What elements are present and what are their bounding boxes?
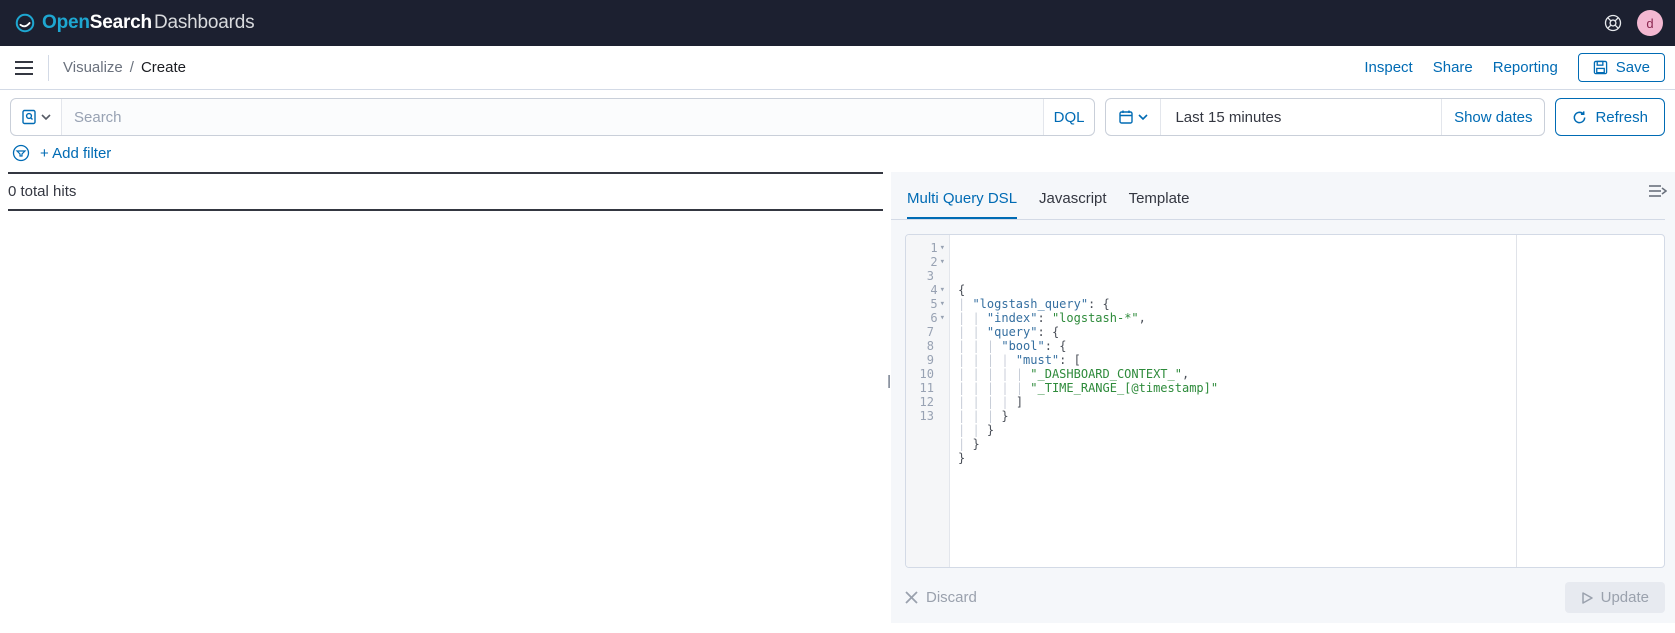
editor-action-bar: Discard Update [891,568,1675,623]
code-editor[interactable]: 1▾2▾34▾5▾6▾78910111213 {| "logstash_quer… [905,234,1665,568]
page-header: Visualize / Create Inspect Share Reporti… [0,46,1675,90]
hits-rule-bottom [8,209,883,211]
save-icon [1593,60,1608,75]
help-icon[interactable] [1603,13,1623,33]
breadcrumb: Visualize / Create [63,59,186,76]
visualization-workspace: 0 total hits || Multi Query DSL Javascri… [0,172,1675,623]
refresh-button[interactable]: Refresh [1555,98,1665,136]
play-icon [1581,592,1593,604]
chevron-down-icon [41,112,51,122]
saved-query-button[interactable] [11,99,62,135]
collapse-sidebar-button[interactable] [1649,184,1667,198]
editor-tabs: Multi Query DSL Javascript Template [891,172,1665,220]
header-divider [48,55,49,81]
tab-template[interactable]: Template [1129,190,1190,219]
resize-handle[interactable]: || [887,372,888,388]
breadcrumb-current: Create [141,59,186,76]
chevron-down-icon [1138,112,1148,122]
close-icon [905,591,918,604]
reporting-link[interactable]: Reporting [1493,59,1558,76]
calendar-icon [1118,109,1134,125]
tab-javascript[interactable]: Javascript [1039,190,1107,219]
saved-query-icon [21,109,37,125]
show-dates-button[interactable]: Show dates [1441,99,1544,135]
editor-gutter: 1▾2▾34▾5▾6▾78910111213 [906,235,950,567]
date-range-display[interactable]: Last 15 minutes [1161,99,1441,135]
hamburger-icon [15,61,33,75]
filter-options-icon[interactable] [12,144,30,162]
opensearch-logo-icon [14,12,36,34]
brand-text: OpenSearchDashboards [42,12,254,34]
date-picker: Last 15 minutes Show dates [1105,98,1545,136]
collapse-icon [1649,184,1667,198]
global-header: OpenSearchDashboards d [0,0,1675,46]
inspect-link[interactable]: Inspect [1364,59,1412,76]
breadcrumb-visualize[interactable]: Visualize [63,59,123,76]
quick-select-button[interactable] [1106,99,1161,135]
breadcrumb-separator: / [130,59,134,76]
filter-bar: + Add filter [0,140,1675,172]
discard-button[interactable]: Discard [905,589,977,606]
user-avatar[interactable]: d [1637,10,1663,36]
nav-toggle-button[interactable] [10,54,38,82]
search-bar: DQL [10,98,1095,136]
refresh-icon [1572,110,1587,125]
visualization-output: 0 total hits [0,172,891,623]
query-filter-bar: DQL Last 15 minutes Show dates Refresh [0,90,1675,140]
save-button[interactable]: Save [1578,53,1665,82]
tab-multi-query-dsl[interactable]: Multi Query DSL [907,190,1017,219]
update-button[interactable]: Update [1565,582,1665,613]
add-filter-button[interactable]: + Add filter [40,145,111,162]
query-language-toggle[interactable]: DQL [1043,99,1095,135]
editor-sidebar: || Multi Query DSL Javascript Template 1… [891,172,1675,623]
editor-content[interactable]: {| "logstash_query": {| | "index": "logs… [950,235,1664,567]
hits-count: 0 total hits [8,181,883,202]
share-link[interactable]: Share [1433,59,1473,76]
brand-logo[interactable]: OpenSearchDashboards [14,12,254,34]
search-input[interactable] [62,99,1043,135]
hits-rule-top [8,172,883,174]
